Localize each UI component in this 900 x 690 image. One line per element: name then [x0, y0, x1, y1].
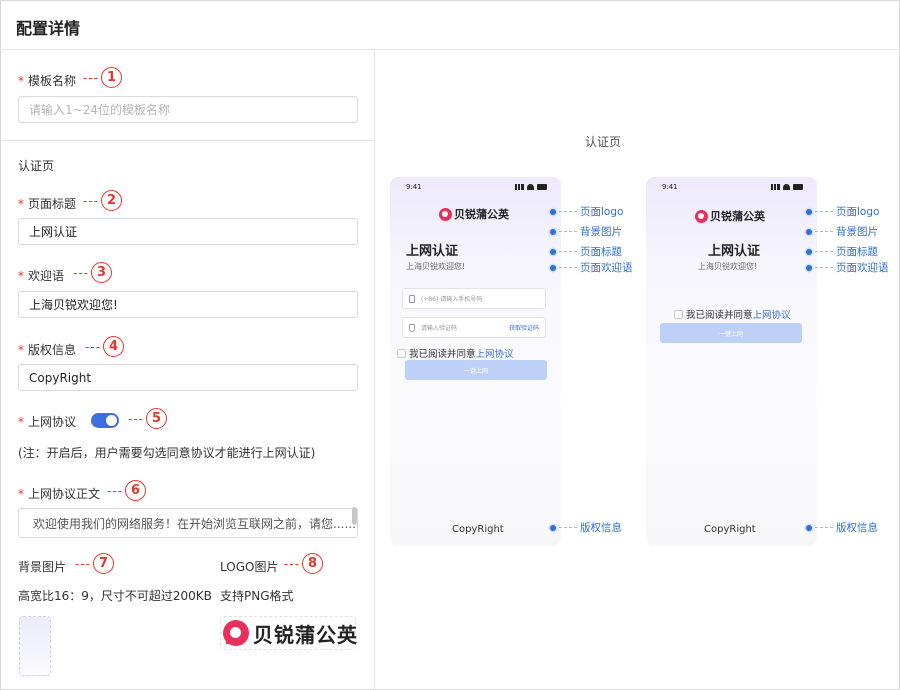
logo-text: 贝锐蒲公英	[253, 622, 358, 647]
annotation-marker-1: --- 1	[83, 67, 122, 88]
callout-welcome: 页面欢迎语	[550, 260, 633, 275]
battery-icon	[793, 184, 803, 190]
callout-title: 页面标题	[806, 244, 878, 259]
callout-bg: 背景图片	[550, 224, 622, 239]
status-icons	[515, 184, 547, 190]
protocol-note: (注：开启后，用户需要勾选同意协议才能进行上网认证)	[18, 446, 316, 460]
copyright-input[interactable]: CopyRight	[18, 364, 358, 391]
bg-image-hint: 高宽比16：9，尺寸不可超过200KB	[18, 589, 212, 603]
template-name-label: * 模板名称	[18, 74, 77, 88]
preview-logo: 贝锐蒲公英	[695, 208, 765, 224]
bg-image-upload[interactable]	[19, 616, 51, 676]
preview-copyright: CopyRight	[704, 524, 756, 535]
page-title-label: * 页面标题	[18, 197, 77, 211]
page-title: 配置详情	[16, 19, 81, 38]
callout-bg: 背景图片	[806, 224, 878, 239]
welcome-label: * 欢迎语	[18, 269, 65, 283]
template-name-input[interactable]: 请输入1~24位的模板名称	[18, 96, 358, 123]
checkbox-box	[397, 348, 406, 358]
wifi-icon	[783, 184, 790, 190]
status-time: 9:41	[406, 183, 422, 191]
annotation-marker-2: --- 2	[83, 190, 122, 211]
logo-image-hint: 支持PNG格式	[220, 589, 294, 603]
preview-page-title: 上网认证	[708, 244, 761, 259]
checkbox-box	[674, 309, 683, 319]
protocol-text-label: * 上网协议正文	[18, 487, 101, 501]
preview-code-input: 请输入验证码 获取验证码	[402, 317, 546, 338]
brand-logo-icon	[695, 209, 708, 223]
shield-icon	[409, 324, 415, 332]
callout-title: 页面标题	[550, 244, 622, 259]
protocol-toggle[interactable]	[91, 413, 119, 428]
page-title-input[interactable]: 上网认证	[18, 218, 358, 245]
logo-image-upload[interactable]: 贝锐蒲公英	[220, 616, 358, 650]
wifi-icon	[527, 184, 534, 190]
phone-preview-with-login: 9:41 贝锐蒲公英 上网认证 上海贝锐欢迎您! (+86) 请输入手机号码 请…	[390, 177, 561, 546]
phone-icon	[409, 295, 415, 303]
preview-agree-checkbox: 我已阅读并同意 上网协议	[397, 346, 514, 360]
protocol-label: * 上网协议	[18, 415, 77, 429]
callout-logo: 页面logo	[806, 204, 879, 219]
callout-copyright: 版权信息	[806, 520, 878, 535]
brand-logo-icon	[439, 207, 452, 221]
get-code-link: 获取验证码	[508, 325, 539, 332]
textarea-scrollbar[interactable]	[352, 507, 357, 525]
annotation-marker-7: --- 7	[75, 553, 114, 574]
section-divider	[0, 140, 374, 141]
preview-logo: 贝锐蒲公英	[439, 206, 509, 222]
annotation-marker-8: --- 8	[284, 553, 323, 574]
page-header: 配置详情	[0, 0, 900, 50]
status-icons	[771, 184, 803, 190]
section-title-auth-page: 认证页	[18, 159, 55, 173]
preview-title: 认证页	[585, 135, 622, 149]
signal-icon	[515, 184, 524, 190]
logo-image-label: LOGO图片	[220, 560, 279, 574]
preview-connect-button: 一键上网	[660, 323, 802, 343]
phone-preview-no-login: 9:41 贝锐蒲公英 上网认证 上海贝锐欢迎您! 我已阅读并同意 上网协议 一键上…	[646, 177, 817, 546]
preview-page-title: 上网认证	[406, 244, 459, 259]
annotation-marker-6: --- 6	[107, 480, 146, 501]
preview-welcome: 上海贝锐欢迎您!	[406, 262, 466, 271]
protocol-text-textarea[interactable]: 欢迎使用我们的网络服务！在开始浏览互联网之前，请您......	[18, 508, 358, 538]
callout-welcome: 页面欢迎语	[806, 260, 889, 275]
annotation-marker-5: --- 5	[128, 408, 167, 429]
copyright-label: * 版权信息	[18, 343, 77, 357]
preview-welcome: 上海贝锐欢迎您!	[698, 262, 758, 271]
signal-icon	[771, 184, 780, 190]
annotation-marker-4: --- 4	[85, 336, 124, 357]
callout-copyright: 版权信息	[550, 520, 622, 535]
battery-icon	[537, 184, 547, 190]
bg-image-label: 背景图片	[18, 560, 67, 574]
preview-connect-button: 一键上网	[405, 360, 547, 380]
toggle-knob	[106, 415, 117, 426]
preview-agree-checkbox: 我已阅读并同意 上网协议	[674, 307, 791, 321]
panel-divider	[374, 50, 375, 690]
status-time: 9:41	[662, 183, 678, 191]
preview-phone-input: (+86) 请输入手机号码	[402, 288, 546, 309]
brand-logo-icon	[223, 620, 249, 646]
welcome-input[interactable]: 上海贝锐欢迎您!	[18, 291, 358, 318]
annotation-marker-3: --- 3	[73, 262, 112, 283]
callout-logo: 页面logo	[550, 204, 623, 219]
preview-copyright: CopyRight	[452, 524, 504, 535]
